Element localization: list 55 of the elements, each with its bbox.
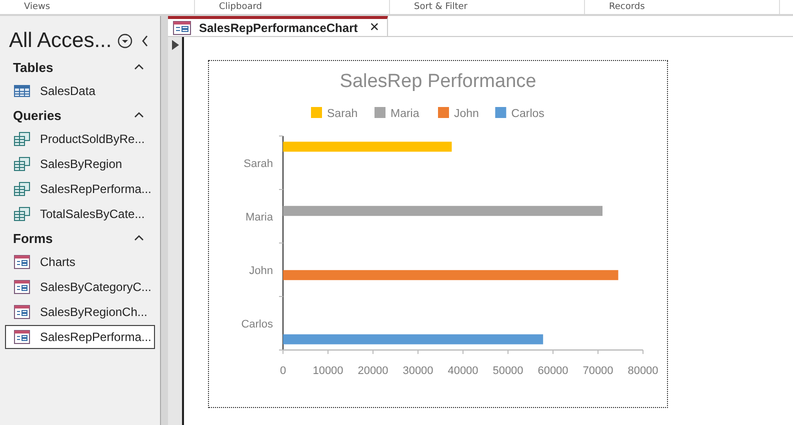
navigation-item[interactable]: TotalSalesByCate... [5,202,155,226]
document-tab[interactable]: SalesRepPerformanceChart × [168,16,388,36]
category-label: John [249,264,273,277]
legend-label: John [454,108,479,120]
tick-label: 0 [280,365,286,377]
ribbon-group-label: Views [0,0,195,14]
navigation-item[interactable]: ProductSoldByRe... [5,127,155,151]
legend-label: Sarah [327,108,358,120]
navigation-item[interactable]: SalesByRegion [5,152,155,176]
ribbon-group-label: Sort & Filter [390,0,585,14]
legend-item: Maria [374,107,420,120]
legend-label: Maria [390,108,420,120]
tick-label: 60000 [538,365,568,377]
navigation-title: All Acces... [9,29,112,53]
form-icon [14,330,30,344]
tick-label: 30000 [402,365,434,377]
tick-label: 50000 [492,365,524,377]
form-icon [173,20,191,34]
table-icon [14,84,30,98]
legend-label: Carlos [511,108,545,120]
navigation-item[interactable]: SalesRepPerforma... [5,177,155,201]
form-icon [14,305,30,319]
category-label: Maria [245,211,273,224]
category-label: Carlos [241,318,273,330]
legend-item: Carlos [495,107,544,120]
tick-label: 70000 [582,365,614,377]
dropdown-icon[interactable] [116,33,133,49]
form-icon [14,255,30,269]
chart-title: SalesRep Performance [340,71,536,92]
close-icon[interactable]: × [370,18,380,36]
legend-item: John [438,107,479,120]
navigation-item[interactable]: SalesByRegionCh... [5,300,155,324]
tick-label: 80000 [628,365,658,377]
navigation-item[interactable]: SalesRepPerforma... [5,325,155,349]
query-icon [14,132,30,146]
collapse-icon[interactable] [140,34,150,48]
ribbon-group-label: Records [585,0,780,14]
group-header[interactable]: Forms [0,227,160,249]
query-icon [14,182,30,196]
tick-label: 40000 [448,365,478,377]
legend-item: Sarah [311,107,358,120]
query-icon [14,207,30,221]
record-selector[interactable] [168,37,184,425]
ribbon-group-label: Clipboard [195,0,390,14]
query-icon [14,157,30,171]
category-label: Sarah [244,158,273,170]
tick-label: 10000 [312,365,344,377]
group-header[interactable]: Queries [0,104,160,126]
navigation-item[interactable]: SalesData [5,79,155,103]
group-header[interactable]: Tables [0,56,160,78]
navigation-item[interactable]: SalesByCategoryC... [5,275,155,299]
form-icon [14,280,30,294]
tick-label: 20000 [358,365,388,377]
record-pointer-icon [172,40,178,50]
navigation-item[interactable]: Charts [5,250,155,274]
